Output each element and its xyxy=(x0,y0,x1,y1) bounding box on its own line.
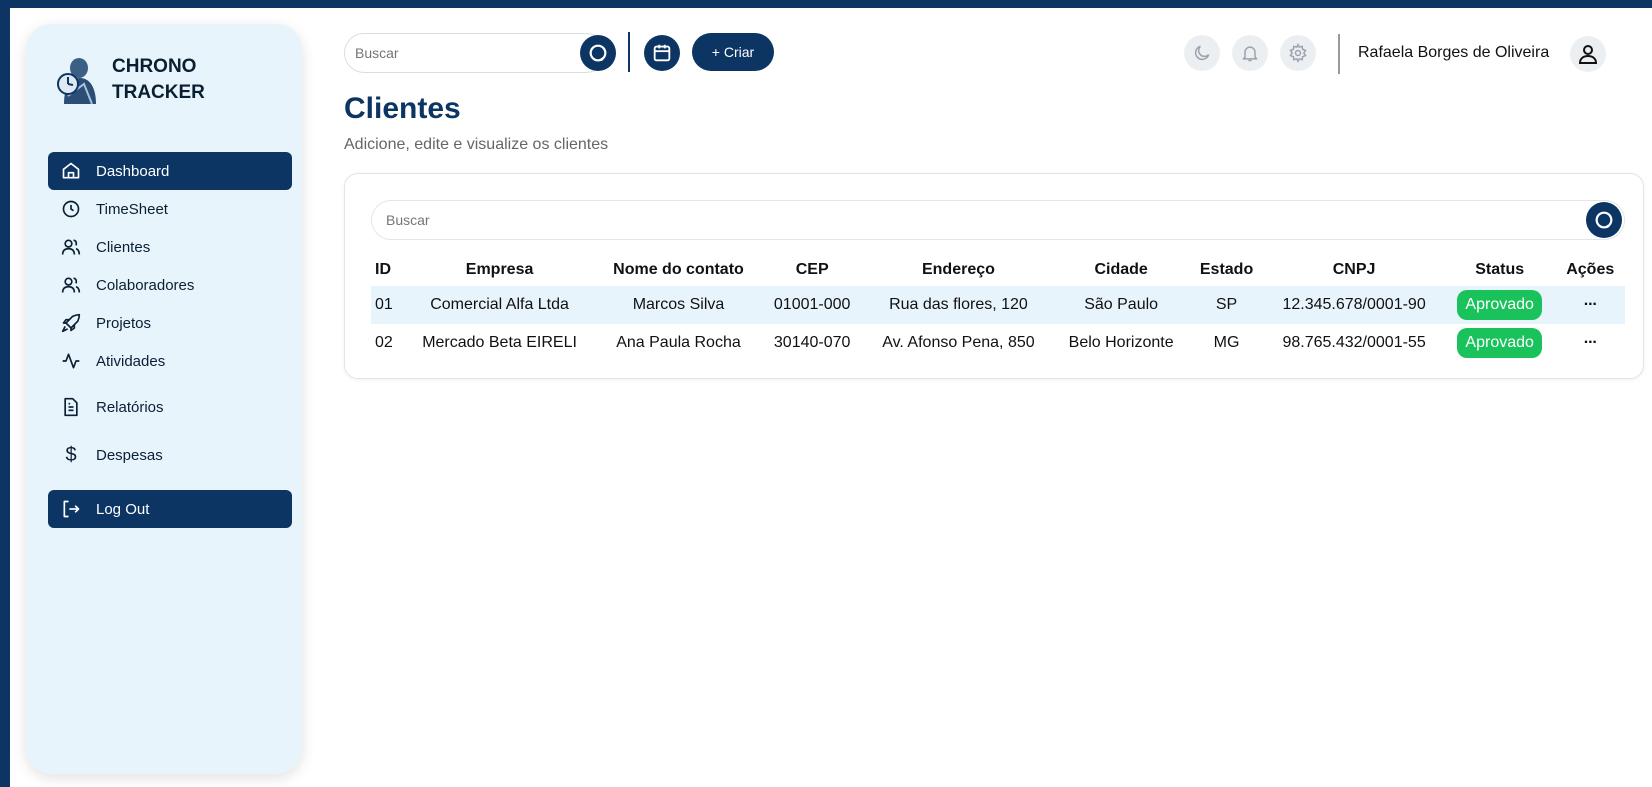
clients-table: ID Empresa Nome do contato CEP Endereço … xyxy=(371,254,1625,362)
sidebar: CHRONO TRACKER Dashboard TimeSheet Clien… xyxy=(26,24,302,774)
column-header-id[interactable]: ID xyxy=(371,254,403,286)
column-header-estado[interactable]: Estado xyxy=(1189,254,1265,286)
column-header-status[interactable]: Status xyxy=(1444,254,1556,286)
search-icon xyxy=(589,44,607,62)
activity-icon xyxy=(60,350,82,372)
search-input[interactable] xyxy=(355,45,555,61)
search-button[interactable] xyxy=(580,35,616,71)
cell-cidade: São Paulo xyxy=(1053,286,1189,324)
calendar-icon xyxy=(653,44,671,62)
sidebar-item-label: Atividades xyxy=(96,352,166,370)
column-header-cep[interactable]: CEP xyxy=(761,254,863,286)
calendar-button[interactable] xyxy=(644,35,680,71)
sidebar-item-timesheet[interactable]: TimeSheet xyxy=(48,190,292,228)
user-avatar[interactable] xyxy=(1570,36,1606,72)
column-header-endereco[interactable]: Endereço xyxy=(863,254,1053,286)
cell-estado: SP xyxy=(1188,286,1265,324)
table-search-button[interactable] xyxy=(1586,202,1622,238)
column-header-cnpj[interactable]: CNPJ xyxy=(1264,254,1444,286)
cell-endereco: Rua das flores, 120 xyxy=(863,286,1054,324)
cell-cnpj: 12.345.678/0001-90 xyxy=(1264,286,1444,324)
more-actions-icon[interactable]: ··· xyxy=(1584,296,1598,313)
logout-icon xyxy=(60,498,82,520)
create-button[interactable]: + Criar xyxy=(692,33,774,71)
brand-line-1: CHRONO xyxy=(112,56,197,77)
sidebar-item-label: Clientes xyxy=(96,238,151,256)
logo-icon xyxy=(57,58,96,105)
sidebar-item-label: TimeSheet xyxy=(96,200,168,218)
gear-icon xyxy=(1289,43,1307,63)
dollar-icon: $ xyxy=(65,443,77,466)
status-badge: Aprovado xyxy=(1457,328,1542,358)
sidebar-item-relatorios[interactable]: Relatórios xyxy=(48,388,292,426)
cell-status: Aprovado xyxy=(1443,286,1556,324)
cell-acoes: ··· xyxy=(1555,286,1625,324)
sidebar-item-clientes[interactable]: Clientes xyxy=(48,228,292,266)
column-header-empresa[interactable]: Empresa xyxy=(403,254,596,286)
divider xyxy=(628,32,630,72)
topbar-search xyxy=(344,33,606,73)
sidebar-item-projetos[interactable]: Projetos xyxy=(48,304,292,342)
brand-line-2: TRACKER xyxy=(112,82,205,103)
table-header-row: ID Empresa Nome do contato CEP Endereço … xyxy=(371,254,1625,286)
cell-cep: 01001-000 xyxy=(760,286,864,324)
clients-card: ID Empresa Nome do contato CEP Endereço … xyxy=(344,173,1644,379)
cell-id: 01 xyxy=(371,286,404,324)
cell-empresa: Comercial Alfa Ltda xyxy=(403,286,596,324)
home-icon xyxy=(60,160,82,182)
cell-endereco: Av. Afonso Pena, 850 xyxy=(882,334,1035,351)
page-subtitle: Adicione, edite e visualize os clientes xyxy=(344,136,609,153)
cell-estado: MG xyxy=(1213,334,1240,351)
cell-acoes: ··· xyxy=(1555,324,1625,362)
file-text-icon xyxy=(60,396,82,418)
table-search-input[interactable] xyxy=(386,212,1486,228)
cell-status: Aprovado xyxy=(1444,324,1556,362)
dark-mode-button[interactable] xyxy=(1184,35,1220,71)
sidebar-item-label: Relatórios xyxy=(96,398,164,416)
moon-icon xyxy=(1194,45,1210,61)
users-icon xyxy=(60,274,82,296)
users-icon xyxy=(60,236,82,258)
cell-id: 02 xyxy=(375,334,393,351)
cell-contato: Marcos Silva xyxy=(595,286,761,324)
rocket-icon xyxy=(60,312,82,334)
page-title: Clientes xyxy=(344,92,461,125)
user-divider xyxy=(1338,34,1340,74)
table-row[interactable]: 02 Mercado Beta EIRELI Ana Paula Rocha 3… xyxy=(371,324,1625,362)
user-icon xyxy=(1578,45,1598,64)
bell-icon xyxy=(1242,46,1258,62)
logout-button[interactable]: Log Out xyxy=(48,490,292,528)
sidebar-item-label: Colaboradores xyxy=(96,276,195,294)
settings-button[interactable] xyxy=(1280,35,1316,71)
sidebar-item-atividades[interactable]: Atividades xyxy=(48,342,292,380)
user-name: Rafaela Borges de Oliveira xyxy=(1358,44,1550,61)
column-header-acoes: Ações xyxy=(1566,261,1615,278)
sidebar-item-label: Despesas xyxy=(96,446,163,464)
logout-label: Log Out xyxy=(96,500,150,518)
table-row[interactable]: 01 Comercial Alfa Ltda Marcos Silva 0100… xyxy=(371,286,1625,324)
more-actions-icon[interactable]: ··· xyxy=(1584,334,1598,351)
sidebar-item-colaboradores[interactable]: Colaboradores xyxy=(48,266,292,304)
cell-empresa: Mercado Beta EIRELI xyxy=(422,334,577,351)
cell-contato: Ana Paula Rocha xyxy=(616,334,741,351)
column-header-contato[interactable]: Nome do contato xyxy=(596,254,761,286)
brand: CHRONO TRACKER xyxy=(54,54,205,106)
sidebar-item-label: Dashboard xyxy=(96,162,170,180)
cell-cnpj: 98.765.432/0001-55 xyxy=(1282,334,1426,351)
cell-cep: 30140-070 xyxy=(773,334,851,351)
sidebar-item-despesas[interactable]: $ Despesas xyxy=(48,436,292,474)
search-icon xyxy=(1595,211,1613,229)
app-frame: CHRONO TRACKER Dashboard TimeSheet Clien… xyxy=(10,8,1652,787)
table-search xyxy=(371,200,1625,240)
cell-cidade: Belo Horizonte xyxy=(1068,334,1174,351)
sidebar-nav: Dashboard TimeSheet Clientes Colaborador… xyxy=(48,152,292,528)
notifications-button[interactable] xyxy=(1232,35,1268,71)
clock-icon xyxy=(60,198,82,220)
sidebar-item-dashboard[interactable]: Dashboard xyxy=(48,152,292,190)
column-header-cidade[interactable]: Cidade xyxy=(1054,254,1189,286)
status-badge: Aprovado xyxy=(1457,290,1542,320)
sidebar-item-label: Projetos xyxy=(96,314,152,332)
